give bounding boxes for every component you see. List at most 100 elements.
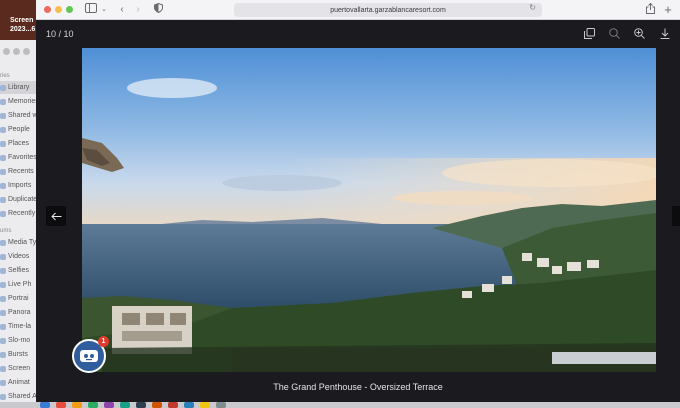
sidebar-item-label: Library — [8, 84, 30, 91]
sidebar-item[interactable]: Bursts — [0, 348, 38, 361]
dock-app-icon[interactable] — [136, 402, 146, 408]
chat-bot-icon — [80, 350, 98, 362]
album-icon — [0, 267, 6, 274]
image-caption: The Grand Penthouse - Oversized Terrace — [273, 382, 443, 392]
sidebar-item[interactable]: Live Ph — [0, 278, 38, 291]
sidebar-item[interactable]: Videos — [0, 250, 38, 263]
album-icon — [0, 295, 6, 302]
forward-button[interactable]: › — [132, 3, 144, 17]
back-button[interactable]: ‹ — [116, 3, 128, 17]
photos-sidebar: ries Library Memories Shared w People Places… — [0, 40, 38, 408]
sidebar-item[interactable]: Memories — [0, 95, 38, 108]
chevron-down-icon[interactable]: ⌄ — [100, 3, 108, 17]
sidebar-item[interactable]: Places — [0, 137, 38, 150]
album-icon — [0, 140, 6, 147]
address-bar[interactable]: puertovallarta.garzablancaresort.com ↻ — [234, 3, 542, 17]
url-text: puertovallarta.garzablancaresort.com — [330, 6, 446, 14]
image-counter: 10 / 10 — [46, 29, 74, 39]
sidebar-item-label: Memories — [8, 98, 38, 105]
album-icon — [0, 309, 6, 316]
desktop-screenshot-file[interactable]: Screen 2023...6 — [0, 0, 38, 40]
dock-app-icon[interactable] — [200, 402, 210, 408]
dock-app-icon[interactable] — [152, 402, 162, 408]
dock-app-icon[interactable] — [88, 402, 98, 408]
browser-toolbar: ⌄ ‹ › puertovallarta.garzablancaresort.c… — [36, 0, 680, 20]
album-icon — [0, 154, 6, 161]
next-image-button[interactable] — [672, 206, 680, 226]
sidebar-item-label: Shared w — [8, 112, 38, 119]
album-icon — [0, 168, 6, 175]
shield-icon[interactable] — [152, 2, 164, 17]
sidebar-item[interactable]: Media Ty — [0, 236, 38, 249]
zoom-in-icon[interactable] — [632, 26, 647, 41]
album-icon — [0, 281, 6, 288]
sidebar-item-label: Time-la — [8, 323, 32, 330]
gallery-photo — [82, 48, 656, 372]
dock-app-icon[interactable] — [56, 402, 66, 408]
zoom-out-icon[interactable] — [607, 26, 622, 41]
zoom-window-button[interactable] — [66, 6, 73, 13]
album-icon — [0, 351, 6, 358]
album-icon — [0, 253, 6, 260]
copy-icon[interactable] — [582, 26, 597, 41]
sidebar-item[interactable]: Imports — [0, 179, 38, 192]
album-icon — [0, 112, 6, 119]
minimize-window-button[interactable] — [55, 6, 62, 13]
album-icon — [0, 379, 6, 386]
previous-image-button[interactable] — [46, 206, 66, 226]
close-window-button[interactable] — [44, 6, 51, 13]
dock-app-icon[interactable] — [184, 402, 194, 408]
album-icon — [0, 337, 6, 344]
album-icon — [0, 98, 6, 105]
share-icon[interactable] — [644, 2, 656, 17]
sidebar-item-label: Portrai — [8, 295, 29, 302]
sidebar-item[interactable]: Screen — [0, 362, 38, 375]
dock-app-icon[interactable] — [168, 402, 178, 408]
sidebar-item[interactable]: People — [0, 123, 38, 136]
sidebar-item[interactable]: Recents — [0, 165, 38, 178]
desktop-file-label: Screen 2023...6 — [10, 17, 36, 33]
album-icon — [0, 126, 6, 133]
sidebar-item-label: Places — [8, 140, 30, 147]
sidebar-item-label: People — [8, 126, 30, 133]
sidebar-item-label: Animat — [8, 379, 30, 386]
dock-app-icon[interactable] — [216, 402, 226, 408]
sidebar-item[interactable]: Animat — [0, 376, 38, 389]
library-heading: ries — [0, 73, 10, 79]
sidebar-toggle-icon[interactable] — [84, 3, 98, 17]
album-icon — [0, 239, 6, 246]
sidebar-item-label: Selfies — [8, 267, 30, 274]
reload-icon[interactable]: ↻ — [529, 3, 536, 12]
sidebar-item[interactable]: Portrai — [0, 292, 38, 305]
download-icon[interactable] — [657, 26, 672, 41]
dock-app-icon[interactable] — [72, 402, 82, 408]
traffic-lights — [44, 6, 73, 13]
sidebar-item-label: Screen — [8, 365, 31, 372]
sidebar-item[interactable]: Shared w — [0, 109, 38, 122]
sidebar-item[interactable]: Time-la — [0, 320, 38, 333]
sidebar-item-label: Imports — [8, 182, 32, 189]
album-icon — [0, 323, 6, 330]
sidebar-item[interactable]: Slo-mo — [0, 334, 38, 347]
sidebar-item[interactable]: Selfies — [0, 264, 38, 277]
album-icon — [0, 196, 6, 203]
sidebar-item[interactable]: Duplicate — [0, 193, 38, 206]
album-icon — [0, 365, 6, 372]
dock — [0, 402, 680, 408]
sidebar-item[interactable]: Recently — [0, 207, 38, 220]
window-controls-inactive — [3, 48, 30, 55]
sidebar-item-label: Recents — [8, 168, 34, 175]
sidebar-item[interactable]: Panora — [0, 306, 38, 319]
sidebar-item[interactable]: Favorites — [0, 151, 38, 164]
sidebar-item[interactable]: Library — [0, 81, 38, 94]
sidebar-item-label: Media Ty — [8, 239, 37, 246]
dock-app-icon[interactable] — [40, 402, 50, 408]
sidebar-item-label: Favorites — [8, 154, 37, 161]
chat-notification-badge: 1 — [98, 336, 109, 347]
dock-app-icon[interactable] — [104, 402, 114, 408]
new-tab-icon[interactable]: + — [662, 3, 674, 17]
sidebar-item-label: Bursts — [8, 351, 28, 358]
sidebar-item-label: Duplicate — [8, 196, 38, 203]
lightbox-toolbar — [582, 26, 672, 41]
dock-app-icon[interactable] — [120, 402, 130, 408]
